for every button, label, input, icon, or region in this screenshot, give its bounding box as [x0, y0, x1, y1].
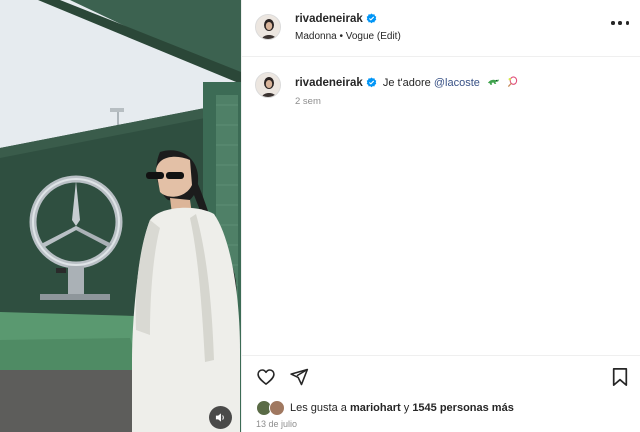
caption-author-avatar[interactable]	[255, 72, 281, 98]
post-header: rivadeneirak Madonna • Vogue (Edit)	[242, 0, 640, 57]
save-button[interactable]	[611, 367, 629, 387]
verified-badge-icon	[366, 77, 377, 88]
post-date[interactable]: 13 de julio	[256, 419, 297, 429]
avatar	[269, 400, 285, 416]
caption-text: Je t'adore	[382, 77, 431, 89]
crocodile-emoji-icon	[487, 79, 500, 85]
audio-track-link[interactable]: Madonna • Vogue (Edit)	[295, 31, 401, 42]
bookmark-icon	[612, 368, 628, 386]
post-media[interactable]	[0, 0, 241, 432]
caption-mention-link[interactable]: @lacoste	[434, 77, 480, 89]
share-button[interactable]	[289, 367, 309, 387]
author-username[interactable]: rivadeneirak	[295, 13, 377, 25]
action-bar	[256, 367, 309, 387]
heart-icon	[257, 369, 275, 385]
likes-summary[interactable]: Les gusta a mariohart y 1545 personas má…	[256, 400, 514, 416]
tennis-racket-emoji-icon	[507, 76, 518, 88]
speaker-icon	[215, 413, 224, 422]
caption-timestamp[interactable]: 2 sem	[295, 96, 321, 107]
likes-count-link[interactable]: 1545 personas más	[412, 402, 514, 414]
post-footer: Les gusta a mariohart y 1545 personas má…	[242, 355, 640, 432]
liker-username-link[interactable]: mariohart	[350, 402, 401, 414]
more-options-icon	[611, 21, 615, 25]
more-options-button[interactable]	[611, 16, 629, 30]
paper-plane-icon	[290, 368, 309, 386]
author-avatar[interactable]	[255, 14, 281, 40]
author-username-text[interactable]: rivadeneirak	[295, 13, 363, 25]
like-button[interactable]	[256, 367, 276, 387]
caption-username[interactable]: rivadeneirak	[295, 77, 363, 89]
video-frame[interactable]	[0, 0, 241, 432]
post-side-panel: rivadeneirak Madonna • Vogue (Edit) riva…	[241, 0, 640, 432]
likes-connector: y	[403, 402, 410, 414]
verified-badge-icon	[366, 13, 377, 24]
mute-toggle-button[interactable]	[209, 406, 232, 429]
caption-line: rivadeneirak Je t'adore @lacoste	[295, 76, 518, 89]
likes-prefix: Les gusta a	[290, 402, 347, 414]
liker-avatars	[256, 400, 286, 416]
